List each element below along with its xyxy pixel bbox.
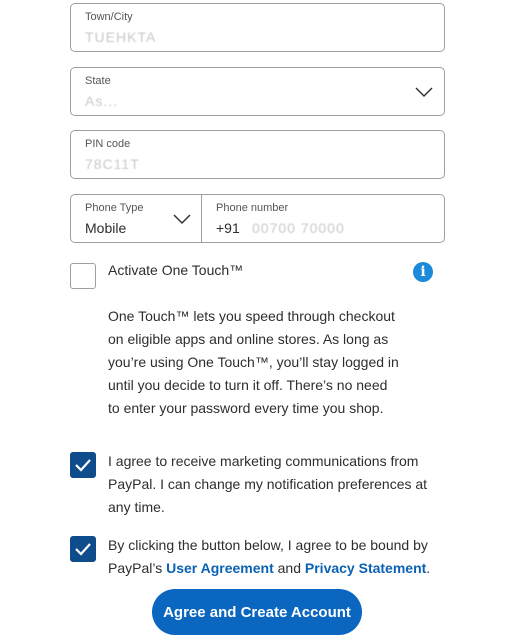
one-touch-description-line: you’re using One Touch™, you’ll stay log… xyxy=(108,354,399,370)
marketing-consent-checkbox[interactable] xyxy=(70,452,96,478)
terms-checkbox[interactable] xyxy=(70,536,96,562)
state-select[interactable]: State As... xyxy=(70,67,445,116)
chevron-down-icon xyxy=(415,87,433,98)
marketing-consent-line: I agree to receive marketing communicati… xyxy=(108,453,419,469)
one-touch-description-line: to enter your password every time you sh… xyxy=(108,400,384,416)
terms-line-2: PayPal’s User Agreement and Privacy Stat… xyxy=(108,557,458,580)
agree-and-create-account-button[interactable]: Agree and Create Account xyxy=(152,589,362,635)
pin-code-value: 78C11T xyxy=(85,156,140,172)
terms-text: By clicking the button below, I agree to… xyxy=(108,534,458,580)
phone-number-value: 00700 70000 xyxy=(252,220,345,236)
privacy-statement-link[interactable]: Privacy Statement xyxy=(305,560,426,576)
phone-number-prefix: +91 xyxy=(216,220,240,236)
one-touch-description-line: until you decide to turn it off. There’s… xyxy=(108,377,388,393)
chevron-down-icon xyxy=(173,214,191,225)
one-touch-description: One Touch™ lets you speed through checko… xyxy=(108,305,428,420)
terms-suffix: . xyxy=(426,560,431,576)
checkmark-icon xyxy=(75,543,91,556)
state-label: State xyxy=(85,75,111,87)
info-icon[interactable]: i xyxy=(413,262,433,282)
phone-number-field[interactable]: Phone number +91 00700 70000 xyxy=(201,194,445,243)
pin-code-field[interactable]: PIN code 78C11T xyxy=(70,130,445,179)
marketing-consent-line: PayPal. I can change my notification pre… xyxy=(108,476,428,492)
checkmark-icon xyxy=(75,459,91,472)
terms-line-1: By clicking the button below, I agree to… xyxy=(108,537,428,553)
state-value: As... xyxy=(85,93,119,109)
phone-number-label: Phone number xyxy=(216,202,289,214)
terms-prefix: PayPal’s xyxy=(108,560,167,576)
one-touch-checkbox[interactable] xyxy=(70,263,96,289)
town-city-field[interactable]: Town/City TUEHKTA xyxy=(70,3,445,52)
one-touch-description-line: One Touch™ lets you speed through checko… xyxy=(108,308,395,324)
one-touch-description-line: on eligible apps and online stores. As l… xyxy=(108,331,389,347)
phone-type-label: Phone Type xyxy=(85,202,144,214)
town-city-value: TUEHKTA xyxy=(85,29,157,45)
one-touch-label: Activate One Touch™ xyxy=(108,262,244,278)
terms-and: and xyxy=(273,560,305,576)
marketing-consent-line: any time. xyxy=(108,499,165,515)
town-city-label: Town/City xyxy=(85,11,133,23)
pin-code-label: PIN code xyxy=(85,138,131,150)
user-agreement-link[interactable]: User Agreement xyxy=(166,560,274,576)
marketing-consent-text: I agree to receive marketing communicati… xyxy=(108,450,458,519)
phone-type-select[interactable]: Phone Type Mobile xyxy=(70,194,202,243)
phone-type-value: Mobile xyxy=(85,220,127,236)
